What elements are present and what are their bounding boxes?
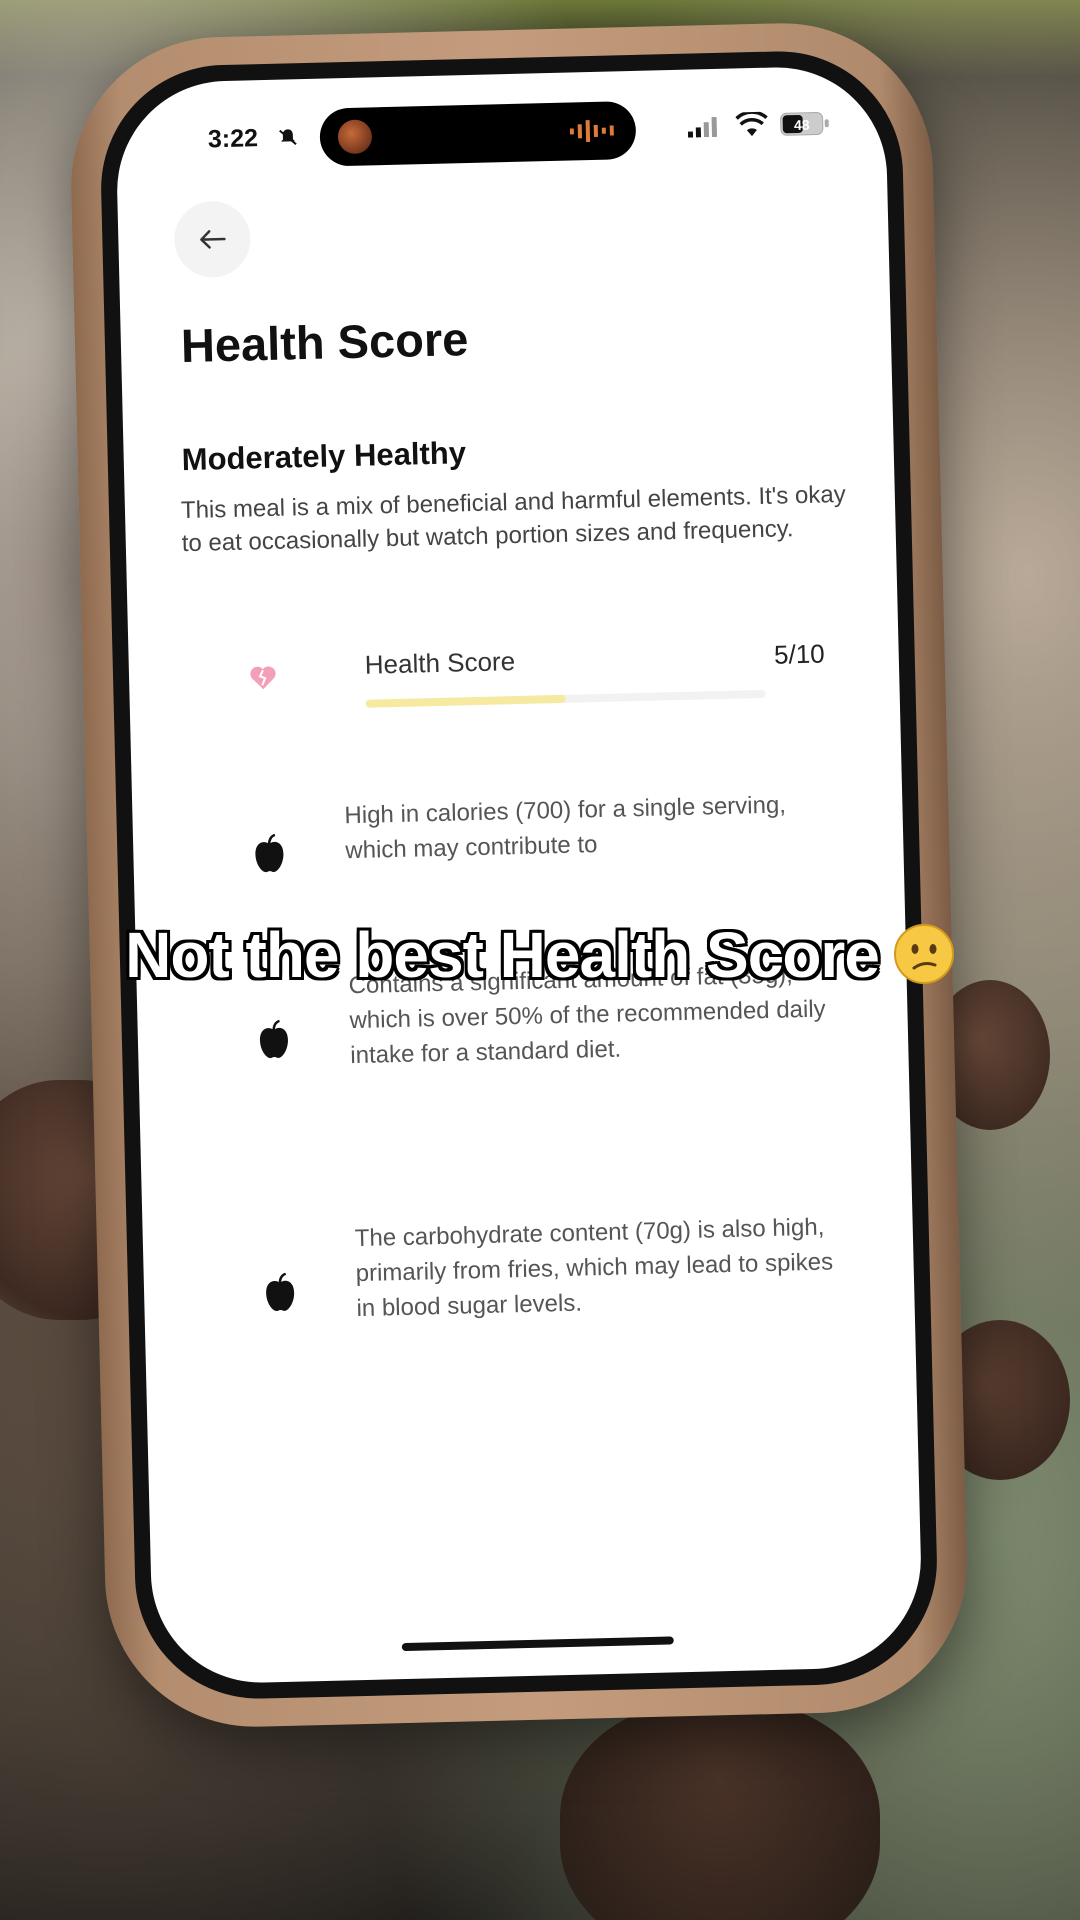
dynamic-island[interactable] xyxy=(319,100,637,167)
wifi-icon xyxy=(735,111,768,137)
home-indicator[interactable] xyxy=(401,1636,674,1652)
video-caption: Not the best Health Score xyxy=(0,918,1080,992)
arrow-left-icon xyxy=(200,230,226,249)
video-frame: 3:22 48 Health Score Moderately Healthy … xyxy=(0,0,1080,1920)
apple-icon xyxy=(266,1272,295,1312)
phone-case: 3:22 48 Health Score Moderately Healthy … xyxy=(67,19,971,1731)
status-time: 3:22 xyxy=(207,124,259,154)
apple-icon xyxy=(255,833,284,873)
hand-bottom xyxy=(560,1700,880,1920)
health-score-bar xyxy=(365,689,766,708)
status-bar: 3:22 48 xyxy=(115,65,887,194)
health-score-value: 5/10 xyxy=(773,638,826,670)
health-score-row: Health Score 5/10 xyxy=(184,616,826,732)
caption-text: Not the best Health Score xyxy=(125,919,880,991)
audio-wave-icon xyxy=(569,120,614,143)
item-text: The carbohydrate content (70g) is also h… xyxy=(354,1213,834,1323)
score-description: This meal is a mix of beneficial and har… xyxy=(180,480,847,558)
signal-icon xyxy=(687,116,718,138)
battery-icon: 48 xyxy=(780,112,829,136)
item-text: High in calories (700) for a single serv… xyxy=(344,791,787,865)
bell-muted-icon xyxy=(279,129,297,145)
score-heading: Moderately Healthy xyxy=(181,435,467,478)
phone-screen: 3:22 48 Health Score Moderately Healthy … xyxy=(114,64,924,1686)
confused-face-emoji-icon xyxy=(893,924,954,984)
battery-level: 48 xyxy=(794,117,810,133)
page-title: Health Score xyxy=(180,312,469,373)
heart-icon xyxy=(250,666,276,690)
apple-icon xyxy=(259,1019,288,1059)
list-item: High in calories (700) for a single serv… xyxy=(188,786,830,902)
now-playing-artwork xyxy=(337,119,373,155)
list-item: The carbohydrate content (70g) is also h… xyxy=(198,1209,841,1375)
back-button[interactable] xyxy=(173,200,252,279)
phone-bezel: 3:22 48 Health Score Moderately Healthy … xyxy=(98,48,940,1702)
health-score-label: Health Score xyxy=(364,646,516,680)
health-score-bar-fill xyxy=(365,694,566,708)
